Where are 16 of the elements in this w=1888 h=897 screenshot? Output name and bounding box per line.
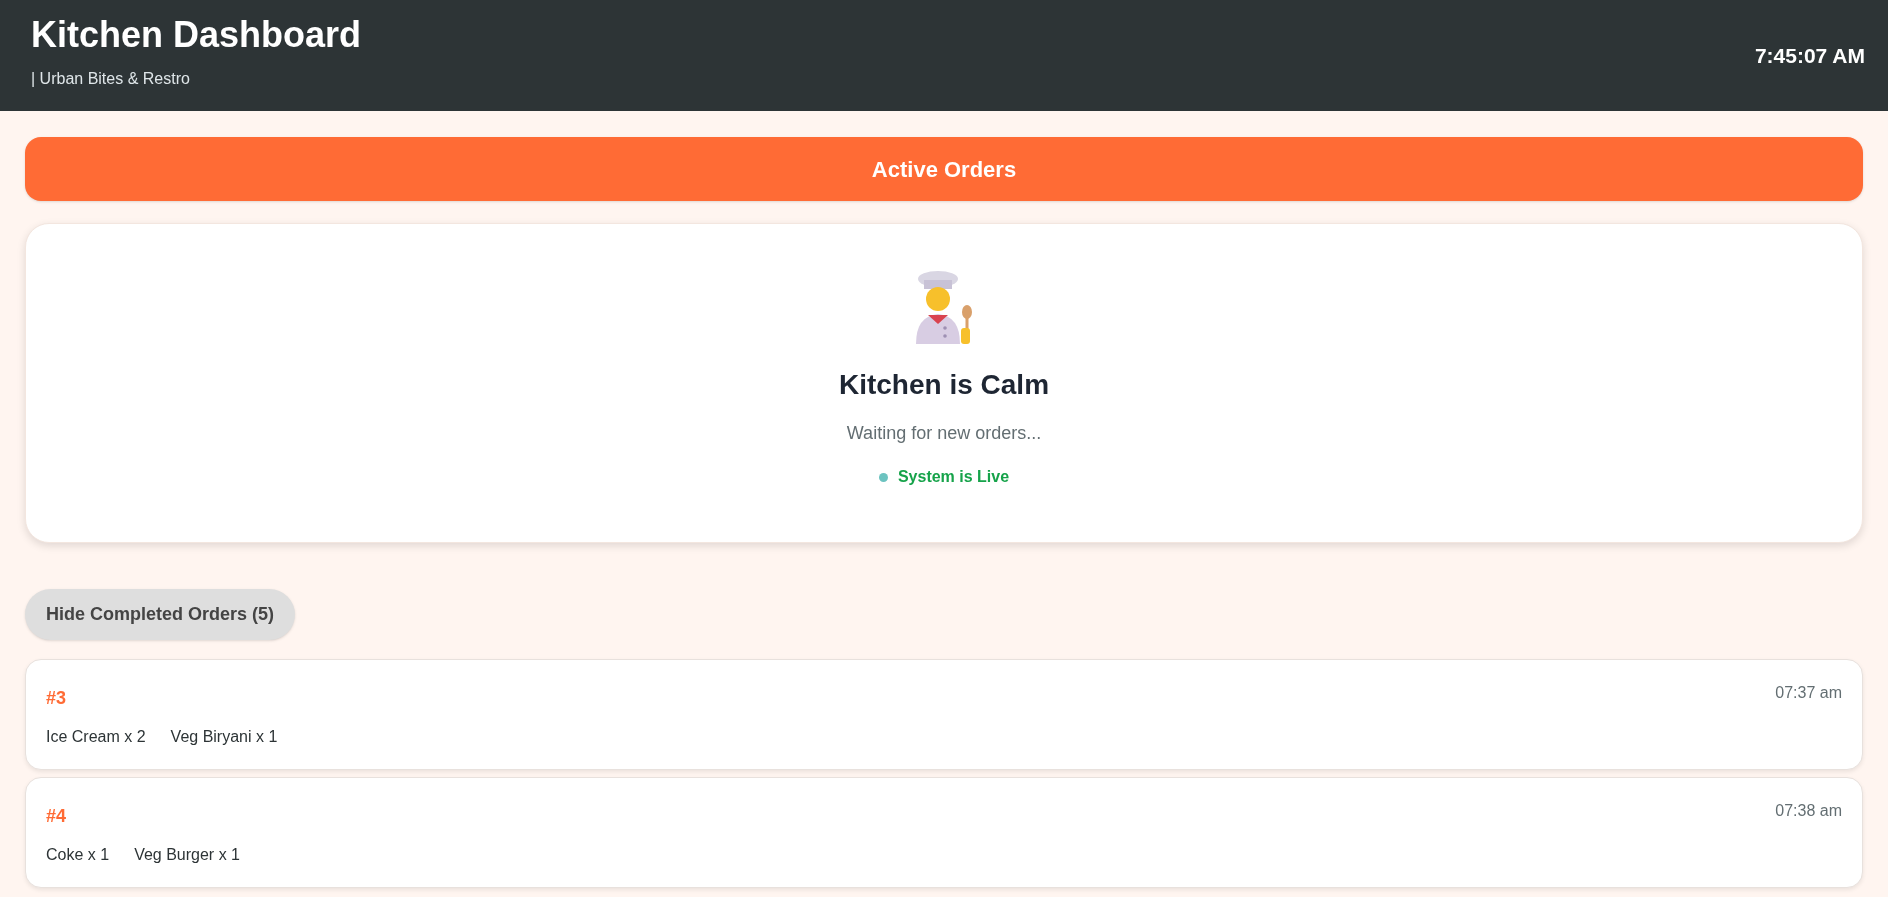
order-time: 07:38 am: [1775, 801, 1842, 821]
hide-completed-button[interactable]: Hide Completed Orders (5): [25, 589, 296, 640]
empty-state-heading: Kitchen is Calm: [838, 368, 1050, 402]
empty-state-message: Waiting for new orders...: [846, 422, 1042, 445]
order-time: 07:37 am: [1775, 683, 1842, 703]
order-item: Ice Cream x 2: [46, 727, 146, 747]
order-number: #3: [46, 687, 67, 710]
order-item: Veg Burger x 1: [134, 845, 240, 865]
dashboard-title: Kitchen Dashboard: [31, 13, 362, 57]
order-item: Coke x 1: [46, 845, 110, 865]
live-status-label: System is Live: [897, 467, 1010, 487]
clock: 7:45:07 AM: [1754, 43, 1865, 69]
order-number: #4: [46, 805, 67, 828]
section-banner: Active Orders: [25, 137, 1863, 201]
restaurant-name: | Urban Bites & Restro: [31, 69, 191, 89]
order-item: Veg Biryani x 1: [170, 727, 278, 747]
